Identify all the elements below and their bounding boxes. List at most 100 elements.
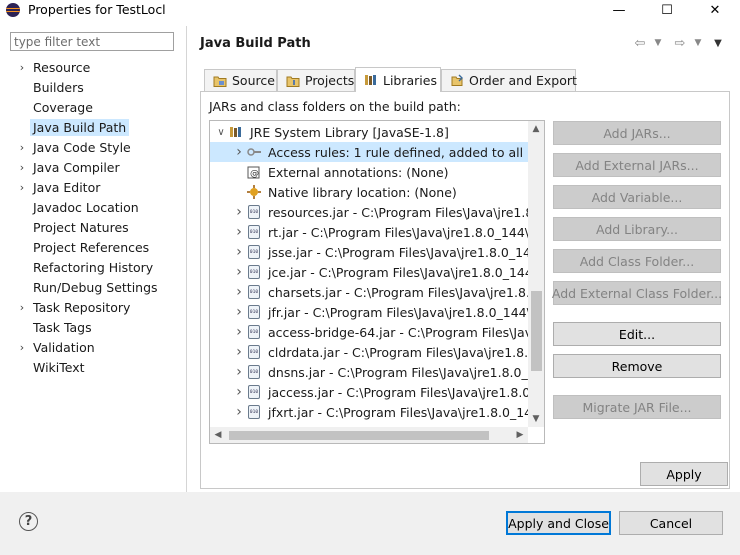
nav-item[interactable]: Run/Debug Settings <box>14 277 184 297</box>
tree-row-label: jfxrt.jar - C:\Program Files\Java\jre1.8… <box>268 404 545 420</box>
tree-row-label: jfr.jar - C:\Program Files\Java\jre1.8.0… <box>268 304 545 320</box>
side-action-button[interactable]: Add External Class Folder... <box>552 281 722 305</box>
chevron-right-icon[interactable]: › <box>232 324 246 340</box>
tree-row-label: resources.jar - C:\Program Files\Java\jr… <box>268 204 544 220</box>
tab-order-export[interactable]: Order and Export <box>441 69 577 91</box>
chevron-right-icon[interactable]: › <box>232 204 246 220</box>
chevron-right-icon[interactable]: › <box>232 284 246 300</box>
annotations-icon: @ <box>246 164 262 180</box>
nav-item[interactable]: › Java Compiler <box>14 157 184 177</box>
nav-item[interactable]: › Task Repository <box>14 297 184 317</box>
tree-row[interactable]: › access-bridge-64.jar - C:\Program Files… <box>210 322 544 342</box>
tree-row[interactable]: › jfxrt.jar - C:\Program Files\Java\jre1.… <box>210 402 545 422</box>
nav-item[interactable]: WikiText <box>14 357 184 377</box>
tab-source[interactable]: Source <box>204 69 277 91</box>
scroll-up-icon[interactable]: ▲ <box>528 121 544 137</box>
jar-icon <box>246 344 262 360</box>
nav-item[interactable]: › Resource <box>14 57 184 77</box>
nav-item[interactable]: › Java Code Style <box>14 137 184 157</box>
pane-divider[interactable] <box>186 26 187 492</box>
nav-item[interactable]: Builders <box>14 77 184 97</box>
help-icon[interactable]: ? <box>19 512 38 531</box>
apply-button[interactable]: Apply <box>640 462 728 486</box>
tree-vertical-scroll-thumb[interactable] <box>531 291 542 371</box>
chevron-right-icon[interactable]: › <box>232 404 246 420</box>
tree-vertical-scrollbar[interactable] <box>528 121 544 427</box>
minimize-button[interactable]: — <box>596 0 642 20</box>
nav-item[interactable]: Task Tags <box>14 317 184 337</box>
scroll-right-icon[interactable]: ▶ <box>512 427 528 443</box>
chevron-right-icon[interactable]: › <box>232 304 246 320</box>
tree-row[interactable]: › charsets.jar - C:\Program Files\Java\jr… <box>210 282 544 302</box>
filter-input[interactable] <box>10 32 174 51</box>
cancel-button[interactable]: Cancel <box>619 511 723 535</box>
chevron-right-icon[interactable]: › <box>232 264 246 280</box>
tab-libraries[interactable]: Libraries <box>355 67 441 92</box>
side-action-button[interactable]: Add Class Folder... <box>553 249 721 273</box>
tree-row[interactable]: › dnsns.jar - C:\Program Files\Java\jre1.… <box>210 362 544 382</box>
order-export-icon <box>450 74 464 88</box>
tree-row[interactable]: › cldrdata.jar - C:\Program Files\Java\jr… <box>210 342 544 362</box>
back-arrow-icon[interactable]: ⇦ <box>632 34 648 52</box>
chevron-right-icon[interactable]: › <box>14 61 30 74</box>
forward-dropdown-icon[interactable]: ▼ <box>692 34 704 52</box>
tree-row[interactable]: › resources.jar - C:\Program Files\Java\j… <box>210 202 544 222</box>
nav-item[interactable]: Project References <box>14 237 184 257</box>
tree-row[interactable]: Native library location: (None) <box>210 182 544 202</box>
tree-row[interactable]: › rt.jar - C:\Program Files\Java\jre1.8.0… <box>210 222 544 242</box>
chevron-right-icon[interactable]: › <box>14 301 30 314</box>
tree-row-label: access-bridge-64.jar - C:\Program Files\… <box>268 324 544 340</box>
panel-description: JARs and class folders on the build path… <box>209 99 461 114</box>
window-title: Properties for TestLocl <box>28 2 166 17</box>
scroll-left-icon[interactable]: ◀ <box>210 427 226 443</box>
chevron-right-icon[interactable]: › <box>232 344 246 360</box>
nav-item-label: Resource <box>33 59 91 75</box>
chevron-down-icon[interactable]: ∨ <box>214 127 228 138</box>
chevron-right-icon[interactable]: › <box>14 141 30 154</box>
tree-row[interactable]: › jfr.jar - C:\Program Files\Java\jre1.8.… <box>210 302 545 322</box>
side-action-button[interactable]: Edit... <box>553 322 721 346</box>
jar-icon <box>246 264 262 280</box>
nav-item[interactable]: Javadoc Location <box>14 197 184 217</box>
back-dropdown-icon[interactable]: ▼ <box>652 34 664 52</box>
tree-row[interactable]: ∨ JRE System Library [JavaSE-1.8] <box>210 122 532 142</box>
side-action-button[interactable]: Migrate JAR File... <box>553 395 721 419</box>
tree-horizontal-scroll-thumb[interactable] <box>229 431 489 440</box>
chevron-right-icon[interactable]: › <box>232 244 246 260</box>
side-action-button[interactable]: Add Variable... <box>553 185 721 209</box>
nav-item[interactable]: › Java Editor <box>14 177 184 197</box>
svg-text:@: @ <box>250 169 259 179</box>
tab-projects-label: Projects <box>305 73 355 88</box>
chevron-right-icon[interactable]: › <box>14 161 30 174</box>
nav-item[interactable]: Refactoring History <box>14 257 184 277</box>
maximize-button[interactable]: ☐ <box>644 0 690 20</box>
libraries-tree[interactable]: ∨ JRE System Library [JavaSE-1.8] › Access … <box>209 120 545 444</box>
chevron-right-icon[interactable]: › <box>232 384 246 400</box>
side-action-button[interactable]: Add JARs... <box>553 121 721 145</box>
side-action-button[interactable]: Remove <box>553 354 721 378</box>
close-button[interactable]: ✕ <box>692 0 738 20</box>
chevron-right-icon[interactable]: › <box>14 341 30 354</box>
scroll-down-icon[interactable]: ▼ <box>528 411 544 427</box>
nav-item[interactable]: Coverage <box>14 97 184 117</box>
tab-projects[interactable]: Projects <box>277 69 355 91</box>
tree-row[interactable]: @ External annotations: (None) <box>210 162 544 182</box>
side-action-button[interactable]: Add External JARs... <box>553 153 721 177</box>
side-action-button[interactable]: Add Library... <box>553 217 721 241</box>
chevron-right-icon[interactable]: › <box>232 144 246 160</box>
nav-item[interactable]: Project Natures <box>14 217 184 237</box>
tree-row[interactable]: › jce.jar - C:\Program Files\Java\jre1.8.… <box>210 262 544 282</box>
chevron-right-icon[interactable]: › <box>232 224 246 240</box>
nav-item[interactable]: › Validation <box>14 337 184 357</box>
jar-icon <box>246 244 262 260</box>
chevron-right-icon[interactable]: › <box>14 181 30 194</box>
tree-row-label: Native library location: (None) <box>268 184 457 200</box>
tree-row[interactable]: › jsse.jar - C:\Program Files\Java\jre1.8… <box>210 242 544 262</box>
tree-row[interactable]: › Access rules: 1 rule defined, added to … <box>210 142 544 162</box>
view-menu-icon[interactable]: ▼ <box>712 34 724 52</box>
apply-and-close-button[interactable]: Apply and Close <box>506 511 611 535</box>
chevron-right-icon[interactable]: › <box>232 364 246 380</box>
forward-arrow-icon[interactable]: ⇨ <box>672 34 688 52</box>
nav-item[interactable]: Java Build Path <box>14 117 184 137</box>
tree-row[interactable]: › jaccess.jar - C:\Program Files\Java\jre… <box>210 382 544 402</box>
